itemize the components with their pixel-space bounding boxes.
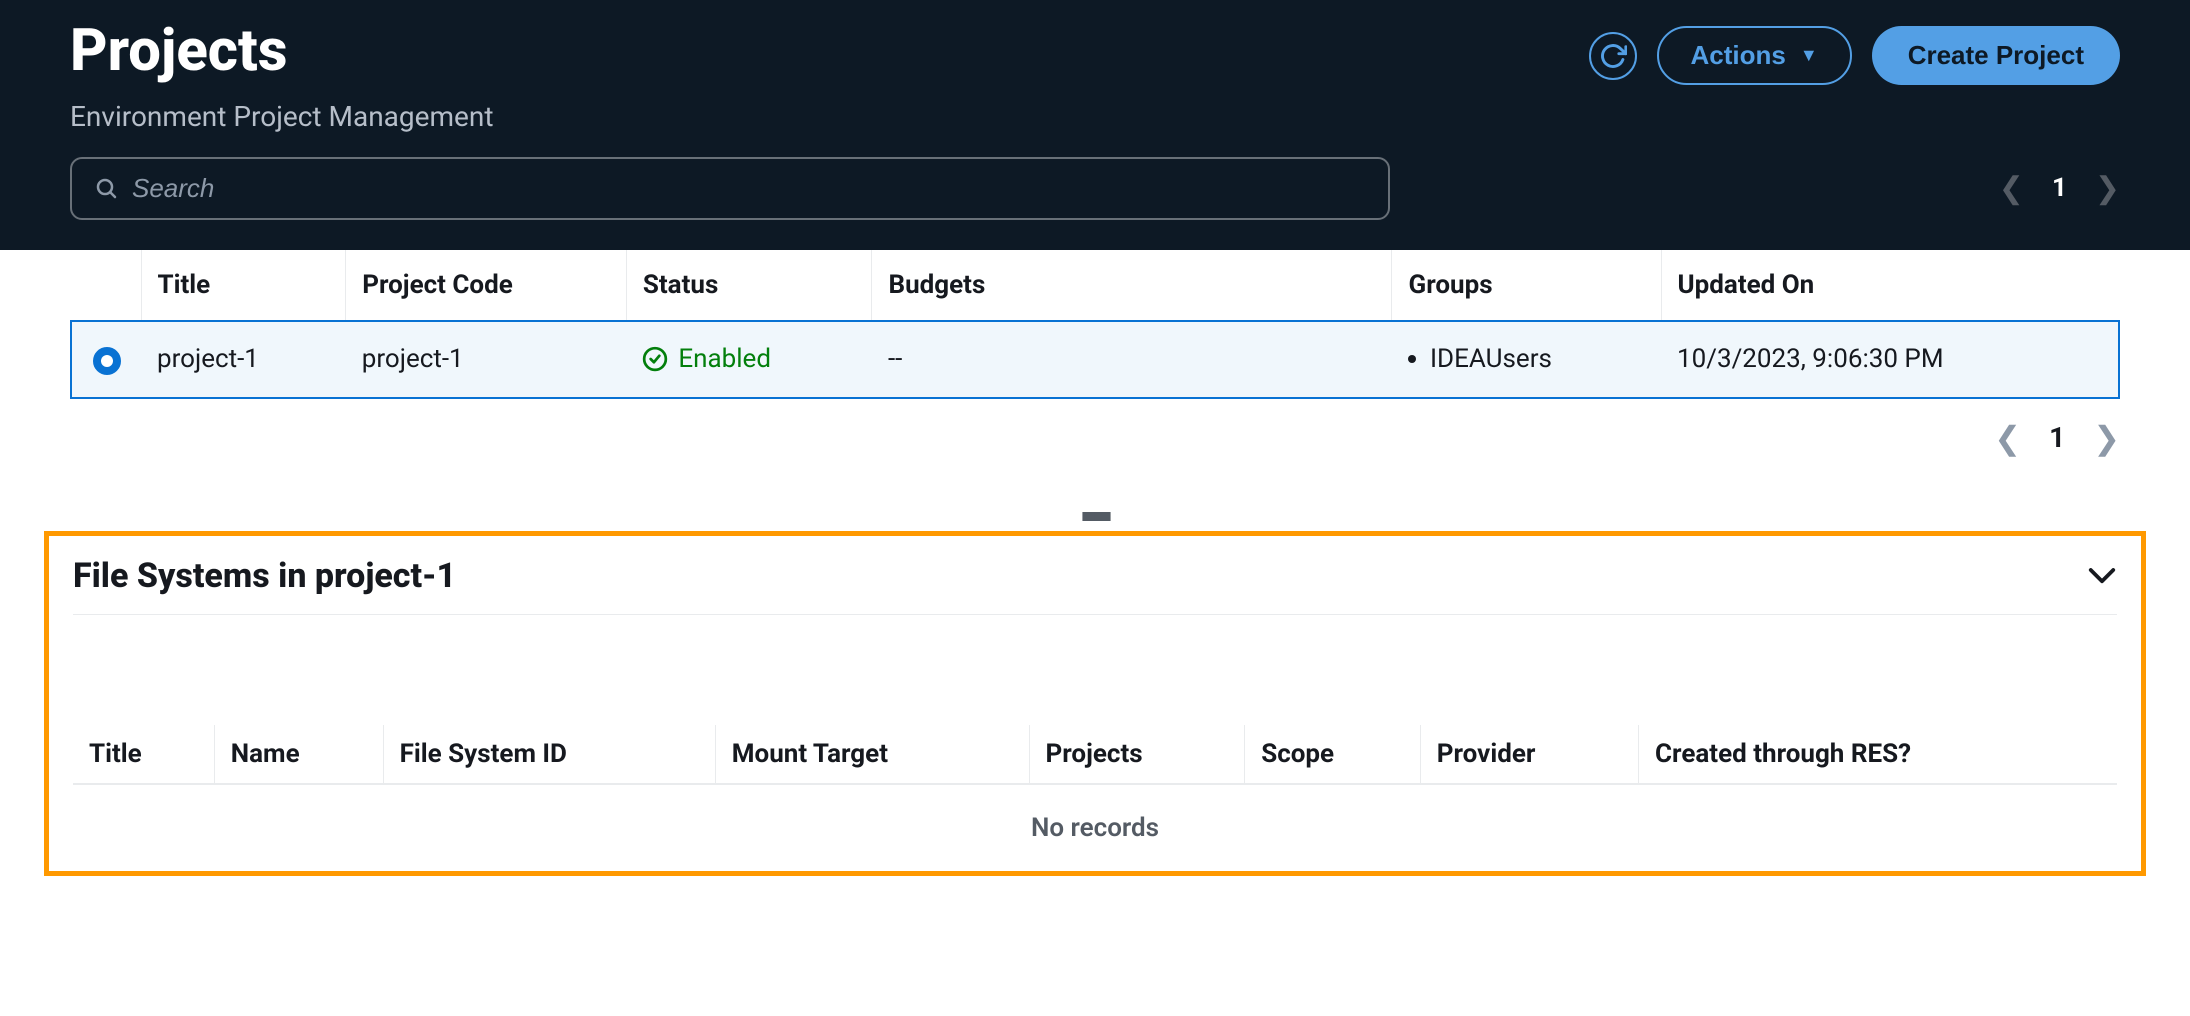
column-title[interactable]: Title [141, 250, 346, 321]
status-badge: Enabled [642, 344, 856, 374]
search-icon [94, 176, 118, 200]
next-page-button[interactable]: ❯ [2095, 171, 2120, 206]
status-text: Enabled [678, 344, 771, 374]
fs-column-provider[interactable]: Provider [1420, 725, 1638, 784]
page-subtitle: Environment Project Management [70, 100, 494, 133]
filesystems-title: File Systems in project-1 [73, 556, 456, 596]
cell-budgets: -- [872, 321, 1392, 398]
table-row[interactable]: project-1 project-1 Enabled -- [71, 321, 2119, 398]
fs-column-mount-target[interactable]: Mount Target [715, 725, 1029, 784]
search-box[interactable] [70, 157, 1390, 220]
column-updated-on[interactable]: Updated On [1661, 250, 2119, 321]
caret-down-icon: ▼ [1800, 45, 1818, 66]
fs-column-title[interactable]: Title [73, 725, 214, 784]
group-item: IDEAUsers [1408, 344, 1645, 374]
actions-button[interactable]: Actions ▼ [1657, 26, 1852, 85]
chevron-down-icon [2087, 565, 2117, 585]
cell-title: project-1 [141, 321, 346, 398]
fs-column-name[interactable]: Name [214, 725, 383, 784]
bullet-icon [1408, 355, 1416, 363]
collapse-panel-button[interactable] [2087, 558, 2117, 593]
top-pagination: ❮ 1 ❯ [1999, 171, 2120, 206]
column-project-code[interactable]: Project Code [346, 250, 627, 321]
cell-project-code: project-1 [346, 321, 627, 398]
filesystems-panel: File Systems in project-1 Title Name Fil… [44, 531, 2146, 876]
column-status[interactable]: Status [626, 250, 872, 321]
page-number-lower: 1 [2049, 421, 2065, 454]
no-records-message: No records [73, 784, 2117, 851]
fs-column-projects[interactable]: Projects [1029, 725, 1245, 784]
fs-column-scope[interactable]: Scope [1245, 725, 1421, 784]
prev-page-button[interactable]: ❮ [1999, 171, 2024, 206]
refresh-icon [1599, 42, 1627, 70]
cell-updated-on: 10/3/2023, 9:06:30 PM [1661, 321, 2119, 398]
group-name: IDEAUsers [1430, 344, 1552, 374]
column-groups[interactable]: Groups [1392, 250, 1661, 321]
bottom-pagination: ❮ 1 ❯ [0, 399, 2190, 497]
create-project-button[interactable]: Create Project [1872, 26, 2120, 85]
column-budgets[interactable]: Budgets [872, 250, 1392, 321]
page-title: Projects [70, 20, 494, 84]
projects-table: Title Project Code Status Budgets Groups… [70, 250, 2120, 399]
search-input[interactable] [132, 173, 1366, 204]
resize-handle-icon[interactable]: ▃▃ [0, 497, 2190, 521]
fs-column-created-through-res[interactable]: Created through RES? [1639, 725, 2117, 784]
column-select [71, 250, 141, 321]
fs-column-filesystem-id[interactable]: File System ID [383, 725, 715, 784]
prev-page-button-lower[interactable]: ❮ [1994, 419, 2021, 457]
row-radio-selected[interactable] [93, 347, 121, 375]
check-circle-icon [642, 346, 668, 372]
next-page-button-lower[interactable]: ❯ [2093, 419, 2120, 457]
refresh-button[interactable] [1589, 32, 1637, 80]
page-number: 1 [2052, 173, 2067, 203]
actions-button-label: Actions [1691, 40, 1786, 71]
filesystems-table: Title Name File System ID Mount Target P… [73, 725, 2117, 784]
